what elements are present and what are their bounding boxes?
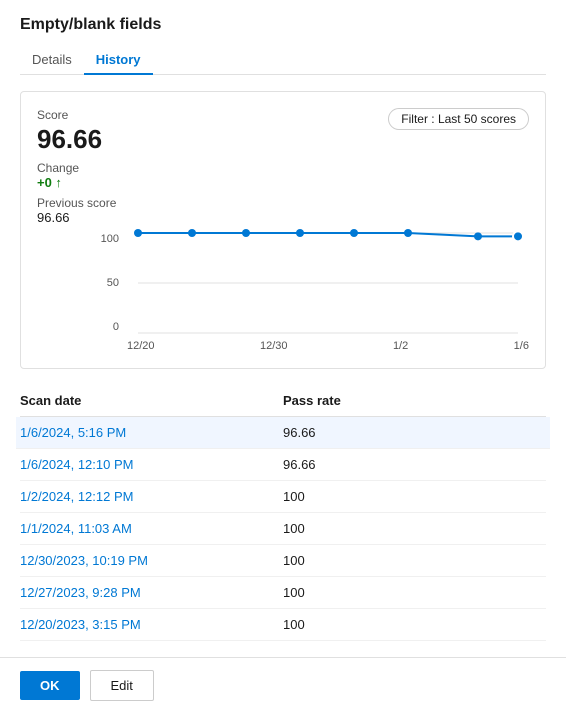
tab-history[interactable]: History: [84, 46, 153, 75]
scan-date-link[interactable]: 1/6/2024, 12:10 PM: [20, 457, 283, 472]
ok-button[interactable]: OK: [20, 671, 80, 700]
x-label-1220: 12/20: [127, 340, 155, 352]
tab-bar: Details History: [20, 46, 546, 75]
pass-rate-value: 96.66: [283, 457, 546, 472]
col-header-pass: Pass rate: [283, 393, 546, 408]
y-axis-100: 100: [101, 233, 119, 245]
chart-point: [404, 229, 412, 237]
chart-point: [474, 232, 482, 240]
pass-rate-value: 100: [283, 617, 546, 632]
filter-button[interactable]: Filter : Last 50 scores: [388, 108, 529, 130]
table-row: 12/27/2023, 9:28 PM 100: [20, 577, 546, 609]
prev-label: Previous score: [37, 196, 116, 210]
prev-value: 96.66: [37, 210, 116, 225]
line-chart: [127, 233, 529, 333]
edit-button[interactable]: Edit: [90, 670, 154, 701]
scan-date-link[interactable]: 1/2/2024, 12:12 PM: [20, 489, 283, 504]
tab-details[interactable]: Details: [20, 46, 84, 75]
pass-rate-value: 100: [283, 489, 546, 504]
col-header-date: Scan date: [20, 393, 283, 408]
table-header: Scan date Pass rate: [20, 389, 546, 417]
y-axis-0: 0: [113, 321, 119, 333]
chart-card: Score 96.66 Change +0 ↑ Previous score 9…: [20, 91, 546, 369]
x-label-16: 1/6: [514, 340, 529, 352]
chart-point-active: [513, 231, 523, 241]
chart-point: [242, 229, 250, 237]
pass-rate-value: 100: [283, 585, 546, 600]
score-value: 96.66: [37, 124, 116, 155]
pass-rate-value: 100: [283, 521, 546, 536]
change-label: Change: [37, 161, 116, 175]
scan-date-link[interactable]: 1/1/2024, 11:03 AM: [20, 521, 283, 536]
scan-date-link[interactable]: 12/27/2023, 9:28 PM: [20, 585, 283, 600]
change-value: +0 ↑: [37, 175, 116, 190]
table-row: 12/30/2023, 10:19 PM 100: [20, 545, 546, 577]
x-label-1230: 12/30: [260, 340, 288, 352]
pass-rate-value: 96.66: [283, 425, 546, 440]
y-axis-50: 50: [107, 277, 119, 289]
table-row: 12/20/2023, 3:15 PM 100: [20, 609, 546, 641]
scan-date-link[interactable]: 12/20/2023, 3:15 PM: [20, 617, 283, 632]
scan-history-table: Scan date Pass rate 1/6/2024, 5:16 PM 96…: [20, 389, 546, 641]
table-row: 1/2/2024, 12:12 PM 100: [20, 481, 546, 513]
chart-point: [296, 229, 304, 237]
table-row: 1/6/2024, 12:10 PM 96.66: [20, 449, 546, 481]
scan-date-link[interactable]: 1/6/2024, 5:16 PM: [20, 425, 283, 440]
chart-point: [188, 229, 196, 237]
scan-date-link[interactable]: 12/30/2023, 10:19 PM: [20, 553, 283, 568]
pass-rate-value: 100: [283, 553, 546, 568]
x-label-12: 1/2: [393, 340, 408, 352]
table-row: 1/1/2024, 11:03 AM 100: [20, 513, 546, 545]
chart-point: [134, 229, 142, 237]
chart-point: [350, 229, 358, 237]
table-row: 1/6/2024, 5:16 PM 96.66: [16, 417, 550, 449]
page-title: Empty/blank fields: [20, 16, 546, 34]
footer: OK Edit: [0, 657, 566, 713]
score-label: Score: [37, 108, 116, 122]
